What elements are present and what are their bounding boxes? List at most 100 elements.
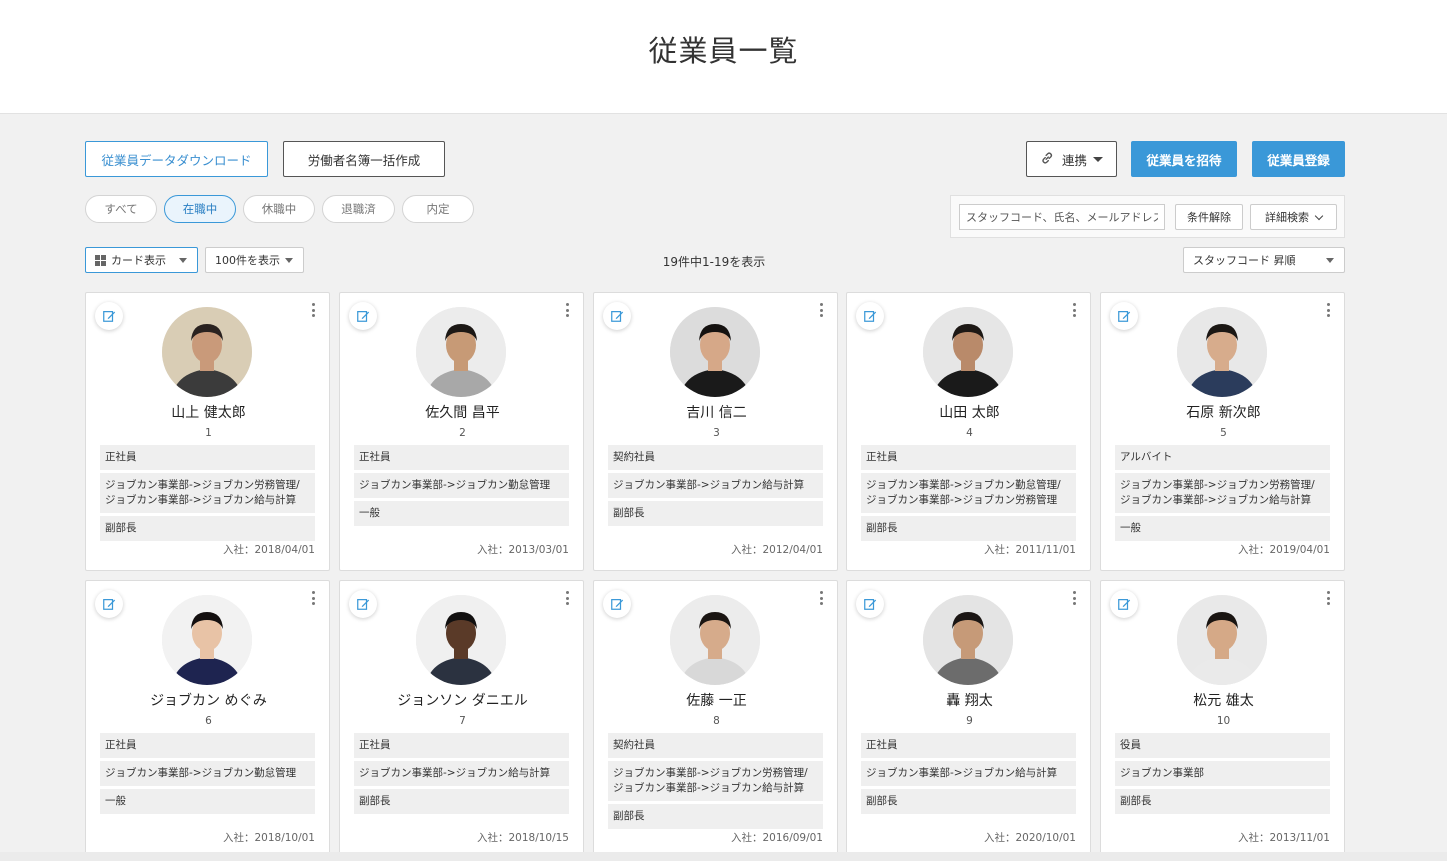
employee-card[interactable]: 山上 健太郎 1 正社員 ジョブカン事業部->ジョブカン労務管理/ジョブカン事業部->… <box>85 292 330 571</box>
employee-tags: 契約社員 ジョブカン事業部->ジョブカン給与計算 副部長 <box>608 445 823 529</box>
edit-icon[interactable] <box>349 590 377 618</box>
register-book-bulk-create-button[interactable]: 労働者名簿一括作成 <box>283 141 445 177</box>
employee-tag: 一般 <box>1115 516 1330 541</box>
avatar[interactable] <box>1177 307 1267 397</box>
join-date: 入社：2020/10/01 <box>983 832 1076 844</box>
employee-name[interactable]: ジョブカン めぐみ <box>86 690 331 710</box>
page-header: 従業員一覧 <box>0 0 1447 114</box>
employee-card[interactable]: 石原 新次郎 5 アルバイト ジョブカン事業部->ジョブカン労務管理/ジョブカン事業部… <box>1100 292 1345 571</box>
filter-tab-active[interactable]: 在職中 <box>164 195 236 223</box>
view-mode-label: カード表示 <box>111 254 166 267</box>
per-page-select[interactable]: 100件を表示 <box>205 247 304 273</box>
employee-tag: ジョブカン事業部 <box>1115 761 1330 786</box>
edit-icon[interactable] <box>1110 302 1138 330</box>
more-vertical-icon[interactable] <box>1324 591 1332 605</box>
staff-code: 1 <box>205 427 212 439</box>
view-mode-select[interactable]: カード表示 <box>85 247 198 273</box>
more-vertical-icon[interactable] <box>1324 303 1332 317</box>
staff-code: 8 <box>713 715 720 727</box>
join-date: 入社：2012/04/01 <box>730 544 823 556</box>
employee-tag: ジョブカン事業部->ジョブカン労務管理/ジョブカン事業部->ジョブカン給与計算 <box>608 761 823 801</box>
employee-card[interactable]: 轟 翔太 9 正社員 ジョブカン事業部->ジョブカン給与計算 副部長 入社：2020/10… <box>846 580 1091 859</box>
employee-name[interactable]: 石原 新次郎 <box>1101 402 1346 422</box>
employee-name[interactable]: 山田 太郎 <box>847 402 1092 422</box>
employee-tag: 正社員 <box>100 733 315 758</box>
edit-icon[interactable] <box>349 302 377 330</box>
filter-tab-retired[interactable]: 退職済 <box>322 195 395 223</box>
employee-tags: 契約社員 ジョブカン事業部->ジョブカン労務管理/ジョブカン事業部->ジョブカン給… <box>608 733 823 832</box>
avatar[interactable] <box>923 307 1013 397</box>
employee-name[interactable]: 吉川 信二 <box>594 402 839 422</box>
integration-dropdown-button[interactable]: 連携 <box>1026 141 1117 177</box>
edit-icon[interactable] <box>95 302 123 330</box>
employee-tag: ジョブカン事業部->ジョブカン給与計算 <box>861 761 1076 786</box>
employee-name[interactable]: ジョンソン ダニエル <box>340 690 585 710</box>
avatar[interactable] <box>416 307 506 397</box>
employee-card[interactable]: 山田 太郎 4 正社員 ジョブカン事業部->ジョブカン勤怠管理/ジョブカン事業部->ジ… <box>846 292 1091 571</box>
employee-card[interactable]: ジョンソン ダニエル 7 正社員 ジョブカン事業部->ジョブカン給与計算 副部長 入社：2… <box>339 580 584 859</box>
employee-name[interactable]: 山上 健太郎 <box>86 402 331 422</box>
employee-card[interactable]: 佐藤 一正 8 契約社員 ジョブカン事業部->ジョブカン労務管理/ジョブカン事業部->… <box>593 580 838 859</box>
join-date: 入社：2018/10/15 <box>476 832 569 844</box>
invite-employee-button[interactable]: 従業員を招待 <box>1131 141 1237 177</box>
register-employee-button[interactable]: 従業員登録 <box>1252 141 1345 177</box>
avatar[interactable] <box>1177 595 1267 685</box>
search-input[interactable] <box>959 204 1165 230</box>
bottom-strip <box>0 852 1447 861</box>
advanced-search-button[interactable]: 詳細検索 <box>1250 204 1337 230</box>
edit-icon[interactable] <box>1110 590 1138 618</box>
employee-tags: 正社員 ジョブカン事業部->ジョブカン勤怠管理/ジョブカン事業部->ジョブカン労務… <box>861 445 1076 544</box>
join-date: 入社：2013/11/01 <box>1237 832 1330 844</box>
employee-data-download-button[interactable]: 従業員データダウンロード <box>85 141 268 177</box>
sort-select[interactable]: スタッフコード 昇順 <box>1183 247 1345 273</box>
staff-code: 3 <box>713 427 720 439</box>
employee-tag: ジョブカン事業部->ジョブカン給与計算 <box>354 761 569 786</box>
avatar[interactable] <box>162 307 252 397</box>
employee-name[interactable]: 佐久間 昌平 <box>340 402 585 422</box>
clear-conditions-button[interactable]: 条件解除 <box>1175 204 1243 230</box>
edit-icon[interactable] <box>856 302 884 330</box>
employee-tags: 正社員 ジョブカン事業部->ジョブカン給与計算 副部長 <box>354 733 569 817</box>
employee-card[interactable]: 佐久間 昌平 2 正社員 ジョブカン事業部->ジョブカン勤怠管理 一般 入社：2013/0… <box>339 292 584 571</box>
employee-name[interactable]: 轟 翔太 <box>847 690 1092 710</box>
staff-code: 4 <box>966 427 973 439</box>
employee-tag: 正社員 <box>861 445 1076 470</box>
more-vertical-icon[interactable] <box>563 303 571 317</box>
filter-tab-offer[interactable]: 内定 <box>402 195 474 223</box>
edit-icon[interactable] <box>603 302 631 330</box>
filter-tab-all[interactable]: すべて <box>85 195 157 223</box>
employee-card[interactable]: ジョブカン めぐみ 6 正社員 ジョブカン事業部->ジョブカン勤怠管理 一般 入社：201… <box>85 580 330 859</box>
join-date: 入社：2013/03/01 <box>476 544 569 556</box>
more-vertical-icon[interactable] <box>1070 591 1078 605</box>
avatar[interactable] <box>670 595 760 685</box>
filter-tab-on-leave[interactable]: 休職中 <box>243 195 315 223</box>
avatar[interactable] <box>923 595 1013 685</box>
search-panel: 条件解除 詳細検索 <box>950 195 1345 238</box>
employee-tag: ジョブカン事業部->ジョブカン勤怠管理 <box>100 761 315 786</box>
more-vertical-icon[interactable] <box>817 303 825 317</box>
more-vertical-icon[interactable] <box>1070 303 1078 317</box>
employee-tag: 正社員 <box>861 733 1076 758</box>
employee-name[interactable]: 松元 雄太 <box>1101 690 1346 710</box>
edit-icon[interactable] <box>603 590 631 618</box>
employee-card[interactable]: 松元 雄太 10 役員 ジョブカン事業部 副部長 入社：2013/11/01 <box>1100 580 1345 859</box>
staff-code: 10 <box>1216 715 1231 727</box>
employee-tag: ジョブカン事業部->ジョブカン勤怠管理 <box>354 473 569 498</box>
employee-name[interactable]: 佐藤 一正 <box>594 690 839 710</box>
join-date: 入社：2011/11/01 <box>983 544 1076 556</box>
employee-tag: ジョブカン事業部->ジョブカン給与計算 <box>608 473 823 498</box>
edit-icon[interactable] <box>95 590 123 618</box>
advanced-search-label: 詳細検索 <box>1265 211 1309 224</box>
employee-tags: 正社員 ジョブカン事業部->ジョブカン勤怠管理 一般 <box>354 445 569 529</box>
more-vertical-icon[interactable] <box>309 591 317 605</box>
avatar[interactable] <box>670 307 760 397</box>
avatar[interactable] <box>416 595 506 685</box>
employee-tag: 役員 <box>1115 733 1330 758</box>
more-vertical-icon[interactable] <box>563 591 571 605</box>
more-vertical-icon[interactable] <box>309 303 317 317</box>
employee-card[interactable]: 吉川 信二 3 契約社員 ジョブカン事業部->ジョブカン給与計算 副部長入社：2012/… <box>593 292 838 571</box>
avatar[interactable] <box>162 595 252 685</box>
edit-icon[interactable] <box>856 590 884 618</box>
more-vertical-icon[interactable] <box>817 591 825 605</box>
join-date: 入社：2018/04/01 <box>222 544 315 556</box>
